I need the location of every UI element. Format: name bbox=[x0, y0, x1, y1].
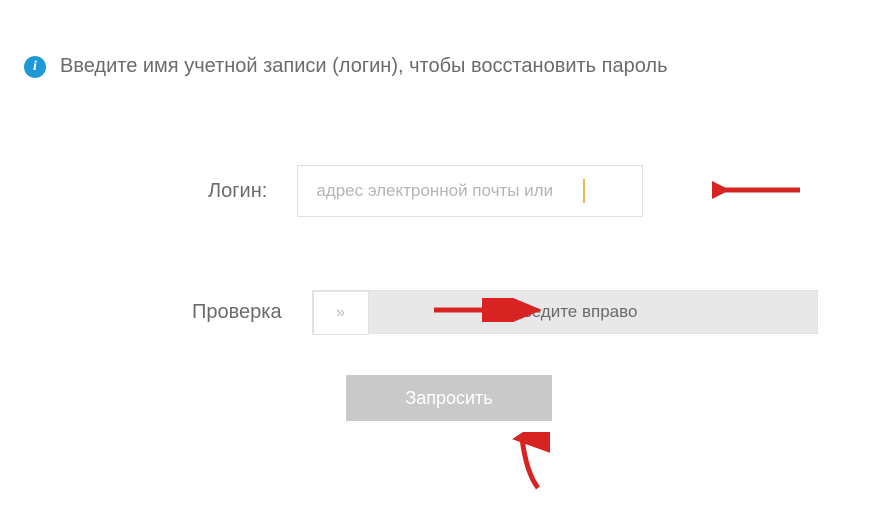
login-input[interactable] bbox=[297, 165, 643, 217]
slide-captcha-text: Проведите вправо bbox=[492, 302, 638, 322]
slide-captcha-handle[interactable]: » bbox=[313, 291, 369, 335]
login-label: Логин: bbox=[208, 180, 267, 203]
login-input-wrap bbox=[297, 165, 643, 217]
instruction-text: Введите имя учетной записи (логин), чтоб… bbox=[60, 55, 668, 78]
info-icon: i bbox=[24, 56, 46, 78]
chevron-right-double-icon: » bbox=[336, 304, 345, 322]
submit-button[interactable]: Запросить bbox=[346, 375, 552, 421]
login-row: Логин: bbox=[208, 165, 643, 217]
arrow-annotation-submit bbox=[500, 432, 550, 492]
text-caret bbox=[583, 179, 585, 203]
arrow-annotation-login bbox=[712, 178, 802, 202]
instruction-row: i Введите имя учетной записи (логин), чт… bbox=[24, 55, 668, 78]
captcha-row: Проверка Проведите вправо » bbox=[192, 290, 818, 334]
slide-captcha-track[interactable]: Проведите вправо » bbox=[312, 290, 818, 334]
captcha-label: Проверка bbox=[192, 301, 282, 324]
